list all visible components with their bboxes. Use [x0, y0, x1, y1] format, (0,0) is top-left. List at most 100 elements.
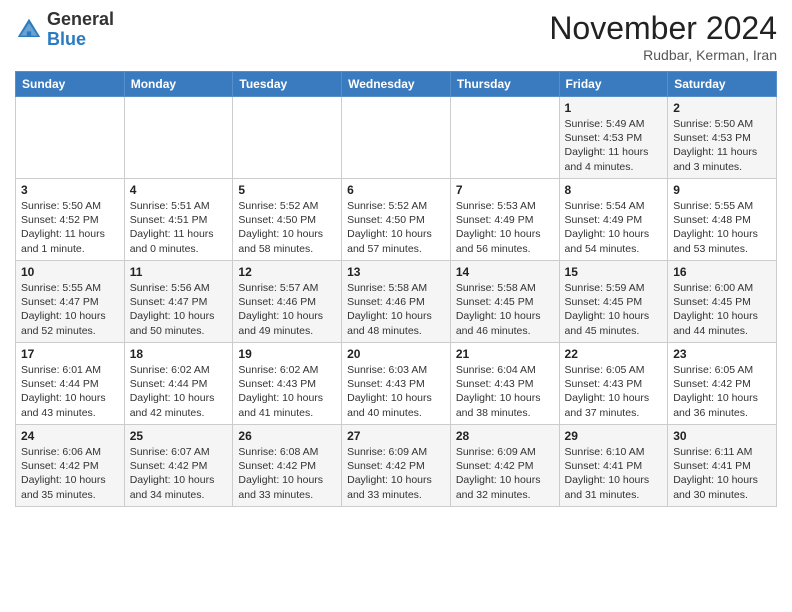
calendar-cell: 20 Sunrise: 6:03 AM Sunset: 4:43 PM Dayli…	[342, 343, 451, 425]
calendar-week-0: 1 Sunrise: 5:49 AM Sunset: 4:53 PM Daylig…	[16, 97, 777, 179]
day-info: Sunrise: 5:54 AM Sunset: 4:49 PM Dayligh…	[565, 199, 663, 256]
day-info: Sunrise: 5:50 AM Sunset: 4:53 PM Dayligh…	[673, 117, 771, 174]
day-number: 6	[347, 183, 445, 197]
col-header-saturday: Saturday	[668, 72, 777, 97]
calendar-week-3: 17 Sunrise: 6:01 AM Sunset: 4:44 PM Dayli…	[16, 343, 777, 425]
header: General Blue November 2024 Rudbar, Kerma…	[15, 10, 777, 63]
calendar-week-4: 24 Sunrise: 6:06 AM Sunset: 4:42 PM Dayli…	[16, 425, 777, 507]
day-number: 16	[673, 265, 771, 279]
calendar-cell: 8 Sunrise: 5:54 AM Sunset: 4:49 PM Daylig…	[559, 179, 668, 261]
day-info: Sunrise: 6:09 AM Sunset: 4:42 PM Dayligh…	[456, 445, 554, 502]
day-number: 23	[673, 347, 771, 361]
calendar-cell: 26Sunrise: 6:08 AM Sunset: 4:42 PM Dayli…	[233, 425, 342, 507]
day-number: 30	[673, 429, 771, 443]
calendar-week-1: 3Sunrise: 5:50 AM Sunset: 4:52 PM Daylig…	[16, 179, 777, 261]
day-info: Sunrise: 5:59 AM Sunset: 4:45 PM Dayligh…	[565, 281, 663, 338]
col-header-thursday: Thursday	[450, 72, 559, 97]
day-number: 1	[565, 101, 663, 115]
day-info: Sunrise: 6:01 AM Sunset: 4:44 PM Dayligh…	[21, 363, 119, 420]
day-info: Sunrise: 6:07 AM Sunset: 4:42 PM Dayligh…	[130, 445, 228, 502]
calendar-cell	[450, 97, 559, 179]
day-number: 15	[565, 265, 663, 279]
day-number: 22	[565, 347, 663, 361]
calendar-cell: 14Sunrise: 5:58 AM Sunset: 4:45 PM Dayli…	[450, 261, 559, 343]
calendar-cell: 11Sunrise: 5:56 AM Sunset: 4:47 PM Dayli…	[124, 261, 233, 343]
calendar-cell: 6 Sunrise: 5:52 AM Sunset: 4:50 PM Daylig…	[342, 179, 451, 261]
day-info: Sunrise: 5:55 AM Sunset: 4:48 PM Dayligh…	[673, 199, 771, 256]
calendar-cell: 1 Sunrise: 5:49 AM Sunset: 4:53 PM Daylig…	[559, 97, 668, 179]
day-number: 4	[130, 183, 228, 197]
calendar-week-2: 10Sunrise: 5:55 AM Sunset: 4:47 PM Dayli…	[16, 261, 777, 343]
day-number: 13	[347, 265, 445, 279]
calendar-cell: 7Sunrise: 5:53 AM Sunset: 4:49 PM Daylig…	[450, 179, 559, 261]
day-number: 29	[565, 429, 663, 443]
day-info: Sunrise: 6:02 AM Sunset: 4:43 PM Dayligh…	[238, 363, 336, 420]
day-info: Sunrise: 6:03 AM Sunset: 4:43 PM Dayligh…	[347, 363, 445, 420]
day-info: Sunrise: 6:06 AM Sunset: 4:42 PM Dayligh…	[21, 445, 119, 502]
logo-general-text: General	[47, 9, 114, 29]
col-header-monday: Monday	[124, 72, 233, 97]
day-info: Sunrise: 5:49 AM Sunset: 4:53 PM Dayligh…	[565, 117, 663, 174]
day-info: Sunrise: 5:57 AM Sunset: 4:46 PM Dayligh…	[238, 281, 336, 338]
calendar-cell: 2 Sunrise: 5:50 AM Sunset: 4:53 PM Daylig…	[668, 97, 777, 179]
day-info: Sunrise: 5:50 AM Sunset: 4:52 PM Dayligh…	[21, 199, 119, 256]
day-info: Sunrise: 6:11 AM Sunset: 4:41 PM Dayligh…	[673, 445, 771, 502]
day-number: 8	[565, 183, 663, 197]
col-header-wednesday: Wednesday	[342, 72, 451, 97]
day-info: Sunrise: 5:51 AM Sunset: 4:51 PM Dayligh…	[130, 199, 228, 256]
calendar-cell: 24 Sunrise: 6:06 AM Sunset: 4:42 PM Dayli…	[16, 425, 125, 507]
calendar-cell: 16 Sunrise: 6:00 AM Sunset: 4:45 PM Dayli…	[668, 261, 777, 343]
day-info: Sunrise: 6:09 AM Sunset: 4:42 PM Dayligh…	[347, 445, 445, 502]
day-number: 11	[130, 265, 228, 279]
subtitle: Rudbar, Kerman, Iran	[549, 47, 777, 63]
day-number: 17	[21, 347, 119, 361]
col-header-tuesday: Tuesday	[233, 72, 342, 97]
calendar-cell: 21 Sunrise: 6:04 AM Sunset: 4:43 PM Dayli…	[450, 343, 559, 425]
logo: General Blue	[15, 10, 114, 50]
calendar-cell: 3Sunrise: 5:50 AM Sunset: 4:52 PM Daylig…	[16, 179, 125, 261]
calendar-cell: 23 Sunrise: 6:05 AM Sunset: 4:42 PM Dayli…	[668, 343, 777, 425]
day-info: Sunrise: 5:52 AM Sunset: 4:50 PM Dayligh…	[347, 199, 445, 256]
calendar-cell: 5Sunrise: 5:52 AM Sunset: 4:50 PM Daylig…	[233, 179, 342, 261]
calendar-cell: 15 Sunrise: 5:59 AM Sunset: 4:45 PM Dayli…	[559, 261, 668, 343]
day-number: 2	[673, 101, 771, 115]
calendar-header-row: SundayMondayTuesdayWednesdayThursdayFrid…	[16, 72, 777, 97]
logo-icon	[15, 16, 43, 44]
calendar-table: SundayMondayTuesdayWednesdayThursdayFrid…	[15, 71, 777, 507]
day-number: 28	[456, 429, 554, 443]
day-info: Sunrise: 6:10 AM Sunset: 4:41 PM Dayligh…	[565, 445, 663, 502]
calendar-cell: 9Sunrise: 5:55 AM Sunset: 4:48 PM Daylig…	[668, 179, 777, 261]
day-number: 20	[347, 347, 445, 361]
day-info: Sunrise: 6:05 AM Sunset: 4:42 PM Dayligh…	[673, 363, 771, 420]
day-info: Sunrise: 5:58 AM Sunset: 4:46 PM Dayligh…	[347, 281, 445, 338]
col-header-sunday: Sunday	[16, 72, 125, 97]
calendar-cell: 22Sunrise: 6:05 AM Sunset: 4:43 PM Dayli…	[559, 343, 668, 425]
calendar-cell	[233, 97, 342, 179]
calendar-cell: 27 Sunrise: 6:09 AM Sunset: 4:42 PM Dayli…	[342, 425, 451, 507]
day-number: 24	[21, 429, 119, 443]
logo-text: General Blue	[47, 10, 114, 50]
calendar-cell: 25Sunrise: 6:07 AM Sunset: 4:42 PM Dayli…	[124, 425, 233, 507]
calendar-cell: 13 Sunrise: 5:58 AM Sunset: 4:46 PM Dayli…	[342, 261, 451, 343]
logo-blue-text: Blue	[47, 29, 86, 49]
day-number: 27	[347, 429, 445, 443]
calendar-cell: 10Sunrise: 5:55 AM Sunset: 4:47 PM Dayli…	[16, 261, 125, 343]
day-number: 21	[456, 347, 554, 361]
calendar-cell: 17 Sunrise: 6:01 AM Sunset: 4:44 PM Dayli…	[16, 343, 125, 425]
day-info: Sunrise: 5:58 AM Sunset: 4:45 PM Dayligh…	[456, 281, 554, 338]
title-block: November 2024 Rudbar, Kerman, Iran	[549, 10, 777, 63]
calendar-cell	[16, 97, 125, 179]
calendar-cell: 18Sunrise: 6:02 AM Sunset: 4:44 PM Dayli…	[124, 343, 233, 425]
day-info: Sunrise: 6:00 AM Sunset: 4:45 PM Dayligh…	[673, 281, 771, 338]
calendar-cell: 19Sunrise: 6:02 AM Sunset: 4:43 PM Dayli…	[233, 343, 342, 425]
calendar-cell: 4 Sunrise: 5:51 AM Sunset: 4:51 PM Daylig…	[124, 179, 233, 261]
calendar-cell: 28 Sunrise: 6:09 AM Sunset: 4:42 PM Dayli…	[450, 425, 559, 507]
calendar-cell: 29 Sunrise: 6:10 AM Sunset: 4:41 PM Dayli…	[559, 425, 668, 507]
page: General Blue November 2024 Rudbar, Kerma…	[0, 0, 792, 522]
calendar-cell	[124, 97, 233, 179]
day-number: 12	[238, 265, 336, 279]
day-number: 7	[456, 183, 554, 197]
day-number: 5	[238, 183, 336, 197]
day-number: 26	[238, 429, 336, 443]
day-info: Sunrise: 6:04 AM Sunset: 4:43 PM Dayligh…	[456, 363, 554, 420]
